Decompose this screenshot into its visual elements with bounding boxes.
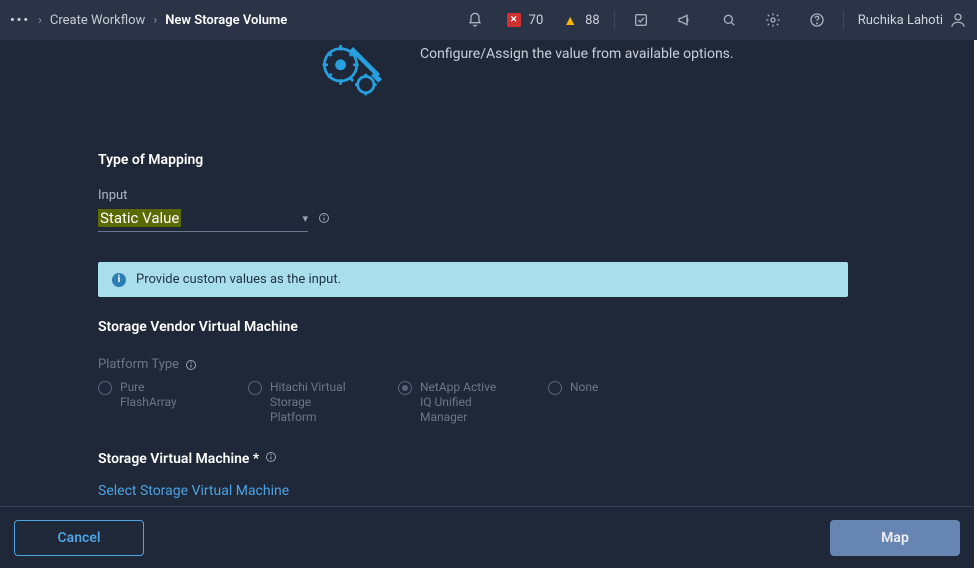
info-banner: i Provide custom values as the input. (98, 262, 848, 297)
chevron-right-icon: › (38, 13, 42, 28)
user-name: Ruchika Lahoti (858, 13, 943, 28)
platform-options: Pure FlashArray Hitachi Virtual Storage … (98, 380, 876, 425)
input-select[interactable]: Static Value ▾ (98, 207, 308, 232)
footer-actions: Cancel Map (0, 506, 974, 568)
warning-count: 88 (585, 13, 600, 28)
warning-icon: ▲ (563, 12, 577, 29)
divider (614, 10, 615, 30)
content-area: Configure/Assign the value from availabl… (0, 40, 974, 568)
input-select-value: Static Value (98, 209, 181, 227)
user-menu[interactable]: Ruchika Lahoti (858, 11, 967, 29)
main-panel: Configure/Assign the value from availabl… (0, 40, 977, 571)
vendor-heading: Storage Vendor Virtual Machine (98, 319, 876, 335)
bell-icon[interactable] (463, 8, 487, 32)
error-count: 70 (529, 13, 544, 28)
error-icon: ✕ (507, 13, 521, 27)
platform-help-icon (185, 359, 197, 371)
platform-type-block: Platform Type Pure FlashArray Hitachi Vi… (98, 357, 876, 425)
chevron-right-icon: › (153, 13, 157, 28)
radio-icon (98, 381, 112, 395)
platform-option-label: Hitachi Virtual Storage Platform (270, 380, 350, 425)
help-icon[interactable] (805, 8, 829, 32)
breadcrumb-item[interactable]: Create Workflow (50, 13, 145, 28)
wrench-gear-icon (310, 36, 400, 106)
banner-text: Provide custom values as the input. (136, 272, 341, 287)
breadcrumb-current: New Storage Volume (165, 13, 287, 28)
breadcrumb: ••• › Create Workflow › New Storage Volu… (10, 13, 287, 28)
platform-option-netapp: NetApp Active IQ Unified Manager (398, 380, 500, 425)
info-icon: i (112, 273, 126, 287)
breadcrumb-root[interactable]: ••• (10, 13, 30, 28)
radio-icon (548, 381, 562, 395)
input-label: Input (98, 188, 876, 203)
svm-help-icon[interactable] (265, 451, 277, 467)
form-section: Type of Mapping Input Static Value ▾ i P… (0, 152, 974, 499)
chevron-down-icon: ▾ (302, 212, 308, 225)
divider (843, 10, 844, 30)
input-help-icon[interactable] (318, 212, 330, 227)
gear-icon[interactable] (761, 8, 785, 32)
platform-option-hitachi: Hitachi Virtual Storage Platform (248, 380, 350, 425)
type-of-mapping-label: Type of Mapping (98, 152, 876, 168)
megaphone-icon[interactable] (673, 8, 697, 32)
search-icon[interactable] (717, 8, 741, 32)
header-bar: ••• › Create Workflow › New Storage Volu… (0, 0, 977, 40)
radio-icon (248, 381, 262, 395)
platform-type-label: Platform Type (98, 357, 179, 372)
platform-option-label: NetApp Active IQ Unified Manager (420, 380, 500, 425)
user-icon (949, 11, 967, 29)
svm-label-row: Storage Virtual Machine * (98, 451, 876, 467)
platform-option-label: None (570, 380, 598, 395)
header-actions: ✕ 70 ▲ 88 Ruchika Lahoti (463, 8, 967, 32)
select-svm-link[interactable]: Select Storage Virtual Machine (98, 483, 289, 499)
platform-option-none: None (548, 380, 598, 425)
warning-badge[interactable]: ▲ 88 (563, 12, 599, 29)
page-hero: Configure/Assign the value from availabl… (280, 36, 974, 106)
platform-option-label: Pure FlashArray (120, 380, 200, 410)
error-badge[interactable]: ✕ 70 (507, 13, 544, 28)
radio-icon (398, 381, 412, 395)
tasks-icon[interactable] (629, 8, 653, 32)
map-button[interactable]: Map (830, 520, 960, 556)
page-subtitle: Configure/Assign the value from availabl… (420, 46, 734, 62)
platform-option-pure: Pure FlashArray (98, 380, 200, 425)
cancel-button[interactable]: Cancel (14, 520, 144, 556)
svm-label: Storage Virtual Machine * (98, 451, 259, 467)
